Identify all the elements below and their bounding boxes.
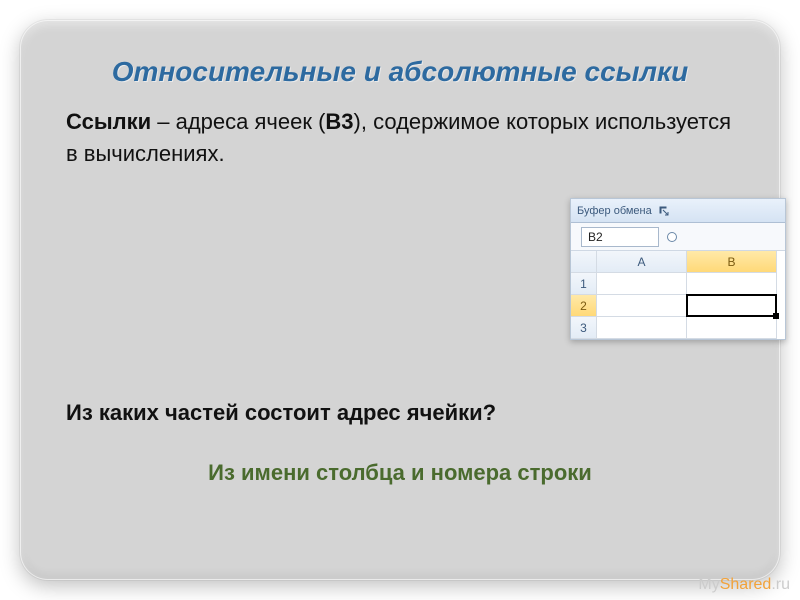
watermark-right: Shared — [720, 576, 772, 593]
question-text: Из каких частей состоит адрес ячейки? — [66, 400, 496, 426]
body-p1: – адреса ячеек ( — [151, 109, 325, 134]
excel-screenshot: Буфер обмена B2 A B 1 2 3 — [570, 198, 786, 340]
cell-b2-selected[interactable] — [687, 295, 777, 317]
col-header-a[interactable]: A — [597, 251, 687, 273]
answer-text: Из имени столбца и номера строки — [20, 460, 780, 486]
slide-panel: Относительные и абсолютные ссылки Ссылки… — [20, 20, 780, 580]
col-header-b[interactable]: B — [687, 251, 777, 273]
selection-border — [686, 294, 777, 317]
ribbon-bar: Буфер обмена — [571, 199, 785, 223]
row-header-1[interactable]: 1 — [571, 273, 597, 295]
row-header-2[interactable]: 2 — [571, 295, 597, 317]
spreadsheet-grid: A B 1 2 3 — [571, 251, 785, 339]
cell-a3[interactable] — [597, 317, 687, 339]
watermark-left: My — [698, 576, 719, 593]
lead-word: Ссылки — [66, 109, 151, 134]
cell-a2[interactable] — [597, 295, 687, 317]
ribbon-group-label: Буфер обмена — [577, 205, 652, 217]
watermark: MyShared.ru — [698, 576, 790, 594]
name-box-dropdown-icon[interactable] — [665, 230, 679, 244]
select-all-corner[interactable] — [571, 251, 597, 273]
cell-b3[interactable] — [687, 317, 777, 339]
dialog-launcher-icon[interactable] — [658, 205, 670, 217]
cell-b1[interactable] — [687, 273, 777, 295]
body-text: Ссылки – адреса ячеек (В3), содержимое к… — [66, 106, 734, 170]
slide-title: Относительные и абсолютные ссылки — [66, 56, 734, 88]
formula-bar: B2 — [571, 223, 785, 251]
name-box[interactable]: B2 — [581, 227, 659, 247]
row-header-3[interactable]: 3 — [571, 317, 597, 339]
fill-handle-icon[interactable] — [773, 313, 779, 319]
cell-a1[interactable] — [597, 273, 687, 295]
cell-ref: В3 — [325, 109, 353, 134]
watermark-suffix: .ru — [771, 576, 790, 593]
